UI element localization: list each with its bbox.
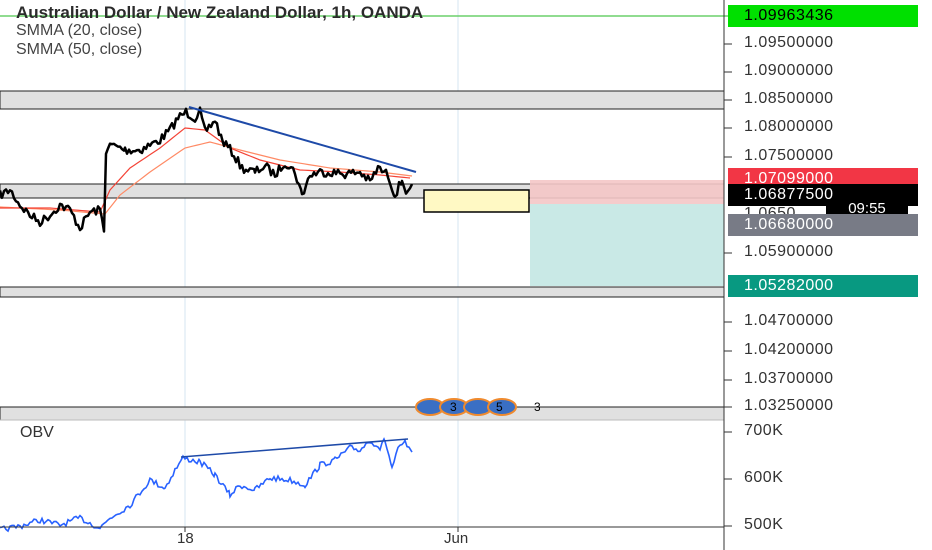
target-price-badge: 1.05282000 — [728, 275, 918, 297]
entry-box[interactable] — [423, 189, 530, 213]
resistance-zone[interactable] — [0, 90, 725, 110]
event-count: 3 — [450, 400, 457, 414]
stop-loss-zone[interactable] — [530, 180, 724, 204]
obv-series[interactable] — [0, 437, 413, 533]
lower-zone[interactable] — [0, 286, 725, 298]
economic-events[interactable]: 3 5 3 — [408, 397, 540, 417]
obv-legend[interactable]: OBV — [20, 424, 54, 442]
price-label: 1.07500000 — [744, 147, 834, 164]
time-axis-label: Jun — [444, 530, 469, 547]
symbol-title[interactable]: Australian Dollar / New Zealand Dollar, … — [16, 3, 423, 23]
obv-trendline[interactable] — [180, 438, 409, 458]
crosshair-price-badge: 1.09963436 — [728, 5, 918, 27]
take-profit-zone[interactable] — [530, 204, 724, 286]
price-label: 1.08000000 — [744, 118, 834, 135]
obv-axis-label: 500K — [744, 516, 784, 533]
bottom-zone[interactable] — [0, 406, 725, 421]
price-label: 1.05900000 — [744, 243, 834, 260]
price-label: 1.03700000 — [744, 370, 834, 387]
price-label: 1.04200000 — [744, 341, 834, 358]
event-count: 5 — [496, 400, 503, 414]
price-label: 1.09500000 — [744, 34, 834, 51]
price-label: 1.09000000 — [744, 62, 834, 79]
obv-axis-label: 600K — [744, 469, 784, 486]
price-label: 1.03250000 — [744, 397, 834, 414]
smma-50-legend[interactable]: SMMA (50, close) — [16, 41, 142, 59]
time-axis-label: 18 — [177, 530, 194, 547]
event-count: 3 — [534, 400, 540, 414]
entry-price-badge: 1.06680000 — [728, 214, 918, 236]
obv-axis-label: 700K — [744, 422, 784, 439]
smma-20-legend[interactable]: SMMA (20, close) — [16, 22, 142, 40]
price-label: 1.04700000 — [744, 312, 834, 329]
price-label: 1.08500000 — [744, 90, 834, 107]
